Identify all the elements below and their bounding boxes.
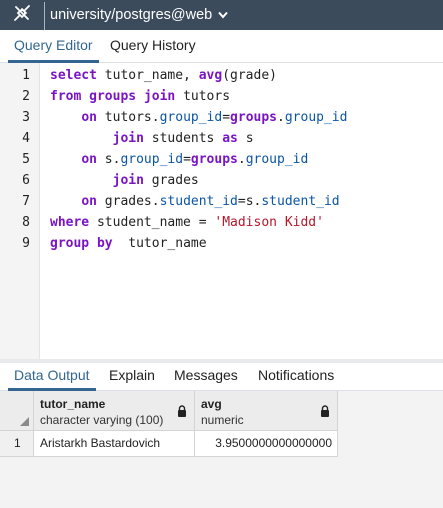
code-token: = [183, 152, 191, 167]
lock-icon [178, 405, 186, 417]
tab-explain[interactable]: Explain [109, 363, 155, 391]
code-token: s [237, 131, 254, 146]
code-token: 'Madison Kidd' [214, 215, 324, 230]
code-token: join [112, 173, 144, 188]
connection-bar: university/postgres@web [0, 0, 443, 30]
code-token: tutor_name, [96, 68, 199, 83]
line-number: 3 [22, 110, 30, 125]
table-cell[interactable]: 3.9500000000000000 [195, 431, 338, 457]
sql-editor[interactable]: 1 2 3 4 5 6 7 8 9 select tutor_name, avg… [0, 63, 443, 359]
tab-query-history[interactable]: Query History [104, 30, 202, 63]
code-token: tutors [175, 89, 231, 104]
column-header-tutor-name[interactable]: tutor_name character varying (100) [34, 391, 195, 431]
code-token: groups [230, 110, 278, 125]
code-token: (grade) [222, 68, 277, 83]
select-all-icon [20, 417, 29, 426]
code-token: s. [96, 152, 121, 167]
line-number: 7 [22, 194, 30, 209]
code-line[interactable]: select tutor_name, avg(grade) [50, 65, 277, 86]
tab-data-output[interactable]: Data Output [8, 363, 96, 391]
editor-tab-strip: Query Editor Query History [0, 30, 443, 63]
tab-query-editor[interactable]: Query Editor [8, 30, 99, 63]
code-line[interactable]: join students as s [50, 128, 254, 149]
plug-icon [12, 3, 32, 28]
code-token: on [81, 110, 97, 125]
tab-notifications[interactable]: Notifications [258, 363, 334, 391]
line-number: 9 [22, 236, 30, 251]
result-tab-strip: Data Output Explain Messages Notificatio… [0, 363, 443, 391]
code-line[interactable]: on s.group_id=groups.group_id [50, 149, 308, 170]
code-token: student_id [261, 194, 340, 209]
line-number: 1 [22, 68, 30, 83]
code-token: group_id [284, 110, 348, 125]
code-token: from [50, 89, 82, 104]
toolbar-divider [44, 2, 45, 30]
code-token: tutors. [96, 110, 160, 125]
code-token: group [50, 236, 90, 251]
line-number: 2 [22, 89, 30, 104]
code-token: join [112, 131, 144, 146]
connection-selector[interactable]: university/postgres@web [50, 0, 228, 30]
code-token: groups [89, 89, 137, 104]
code-token: select [50, 68, 97, 83]
table-cell[interactable]: Aristarkh Bastardovich [34, 431, 195, 457]
line-number-gutter: 1 2 3 4 5 6 7 8 9 [0, 63, 40, 359]
code-token: on [81, 152, 97, 167]
chevron-down-icon [218, 11, 228, 19]
code-token: student_id [159, 194, 238, 209]
code-token: =s. [237, 194, 262, 209]
code-token: as [222, 131, 238, 146]
code-token: on [81, 194, 97, 209]
code-token: group_id [159, 110, 223, 125]
connection-label: university/postgres@web [50, 7, 213, 23]
tab-messages[interactable]: Messages [174, 363, 238, 391]
lock-icon [321, 405, 329, 417]
code-line[interactable]: where student_name = 'Madison Kidd' [50, 212, 324, 233]
code-token: group_id [120, 152, 184, 167]
code-token: group_id [245, 152, 309, 167]
grid-corner-cell[interactable] [0, 391, 34, 431]
code-token: . [277, 110, 285, 125]
code-token: = [222, 110, 231, 125]
code-token: avg [198, 68, 223, 83]
code-token: grades. [96, 194, 160, 209]
code-token: student_name = [89, 215, 215, 230]
line-number: 6 [22, 173, 30, 188]
data-output-grid: tutor_name character varying (100) avg n… [0, 391, 443, 508]
code-token: join [143, 89, 176, 104]
code-token: students [143, 131, 223, 146]
column-type: numeric [201, 413, 244, 427]
code-token: tutor_name [112, 236, 207, 251]
code-line[interactable]: on tutors.group_id=groups.group_id [50, 107, 347, 128]
code-token: where [50, 215, 90, 230]
code-token: grades [143, 173, 199, 188]
column-type: character varying (100) [40, 413, 164, 427]
column-name: avg [201, 397, 222, 411]
line-number: 8 [22, 215, 30, 230]
code-line[interactable]: from groups join tutors [50, 86, 230, 107]
column-name: tutor_name [40, 397, 106, 411]
line-number: 5 [22, 152, 30, 167]
code-token: . [237, 152, 246, 167]
code-token: groups [190, 152, 238, 167]
code-line[interactable]: join grades [50, 170, 199, 191]
code-token: by [96, 236, 113, 251]
row-number[interactable]: 1 [0, 431, 34, 457]
code-line[interactable]: on grades.student_id=s.student_id [50, 191, 340, 212]
code-line[interactable]: group by tutor_name [50, 233, 207, 254]
column-header-avg[interactable]: avg numeric [195, 391, 338, 431]
connection-status-button[interactable] [0, 0, 44, 30]
line-number: 4 [22, 131, 30, 146]
